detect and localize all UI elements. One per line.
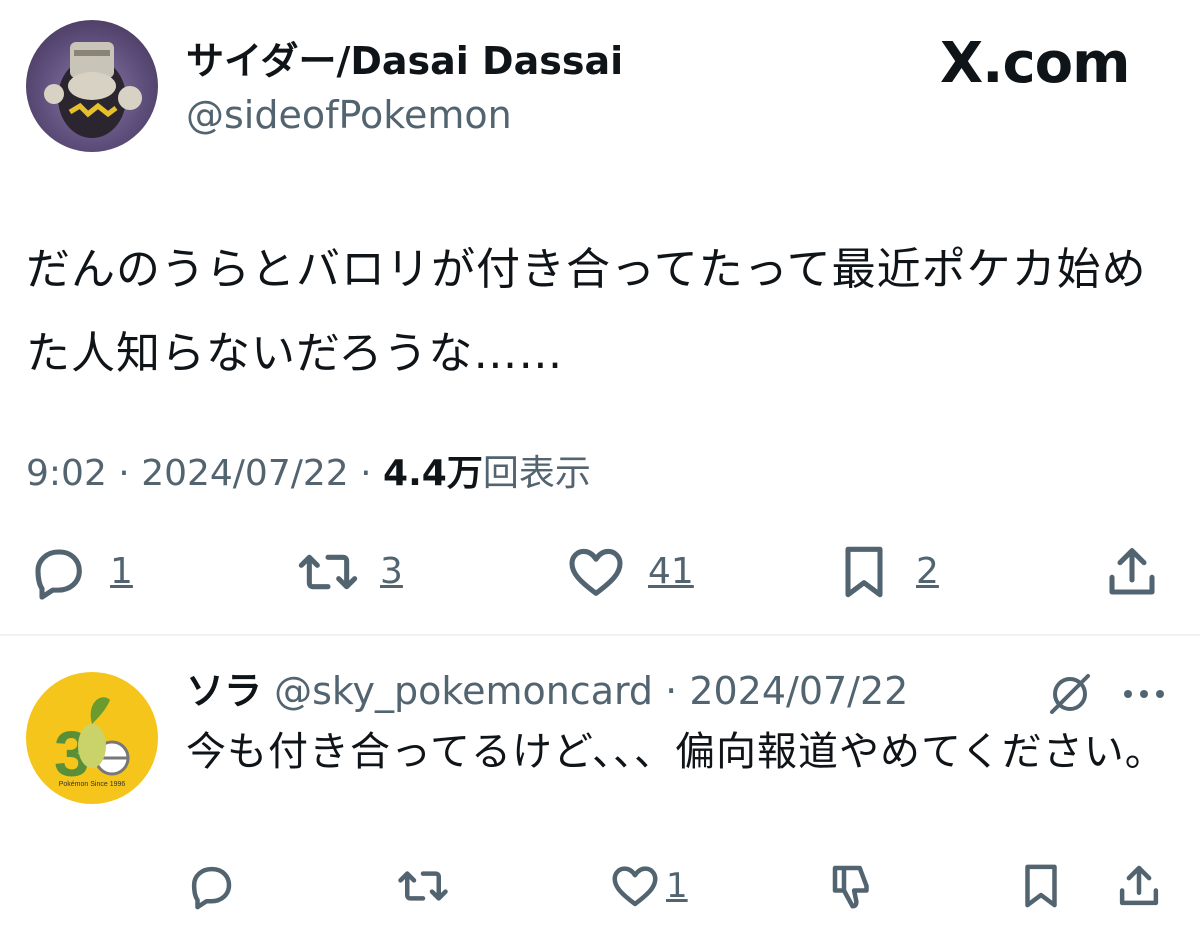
avatar-caption: Pokémon Since 1996 <box>59 781 126 788</box>
reply-share-button[interactable] <box>1112 856 1166 916</box>
views-count: 4.4 <box>383 453 447 494</box>
tweet-time[interactable]: 9:02 <box>26 453 107 494</box>
reply-header: ソラ @sky_pokemoncard · 2024/07/22 <box>186 669 909 713</box>
reply-date[interactable]: 2024/07/22 <box>689 669 908 713</box>
reply-bookmark-button[interactable] <box>1014 856 1068 916</box>
bookmark-icon <box>1025 864 1057 908</box>
reply-count[interactable]: 1 <box>110 552 133 592</box>
speech-bubble-icon <box>191 866 232 910</box>
thumbs-down-icon <box>832 865 869 909</box>
site-logo: X.com <box>940 31 1130 96</box>
views-label: 回表示 <box>482 453 591 494</box>
share-button[interactable] <box>1100 540 1164 604</box>
reply-like-count[interactable]: 1 <box>666 866 688 906</box>
reply-author-name[interactable]: ソラ <box>186 669 262 713</box>
retweet-icon <box>298 554 358 590</box>
author-avatar[interactable] <box>26 20 158 152</box>
bookmark-button[interactable]: 2 <box>832 540 939 604</box>
grok-icon <box>1050 674 1090 714</box>
retweet-icon <box>398 871 448 901</box>
avatar-image <box>44 42 142 138</box>
tweet-meta: 9:02 · 2024/07/22 · 4.4万回表示 <box>26 453 591 494</box>
share-icon <box>1109 548 1155 595</box>
bookmark-count[interactable]: 2 <box>916 552 939 592</box>
dislike-button[interactable] <box>826 856 880 916</box>
retweet-button[interactable]: 3 <box>296 540 403 604</box>
tweet-text: だんのうらとバロリが付き合ってたって最近ポケカ始めた人知らないだろうな…… <box>26 244 1147 379</box>
speech-bubble-icon <box>35 549 82 600</box>
reply-reply-button[interactable] <box>184 856 238 916</box>
share-icon <box>1119 865 1159 906</box>
reply-author-handle[interactable]: @sky_pokemoncard <box>274 669 653 713</box>
like-button[interactable]: 41 <box>564 540 694 604</box>
reply-retweet-button[interactable] <box>396 856 450 916</box>
reply-text: 今も付き合ってるけど、、、偏向報道やめてください。 <box>186 729 1166 775</box>
tweet-date[interactable]: 2024/07/22 <box>141 453 349 494</box>
retweet-count[interactable]: 3 <box>380 552 403 592</box>
more-dots-icon <box>1124 690 1164 698</box>
heart-icon <box>569 548 623 596</box>
heart-icon <box>612 866 658 907</box>
reply-button[interactable]: 1 <box>26 540 133 604</box>
like-count[interactable]: 41 <box>648 552 694 592</box>
views-unit: 万 <box>446 453 483 494</box>
avatar-image: 3 Pokémon Since 1996 <box>54 697 130 790</box>
author-handle[interactable]: @sideofPokemon <box>186 92 512 138</box>
more-button[interactable] <box>1120 672 1168 720</box>
author-display-name[interactable]: サイダー/Dasai Dassai <box>186 38 623 84</box>
divider <box>0 634 1200 636</box>
bookmark-icon <box>845 546 883 598</box>
grok-button[interactable] <box>1046 670 1094 722</box>
reply-author-avatar[interactable]: 3 Pokémon Since 1996 <box>26 672 158 804</box>
reply-like-button[interactable]: 1 <box>608 856 688 916</box>
